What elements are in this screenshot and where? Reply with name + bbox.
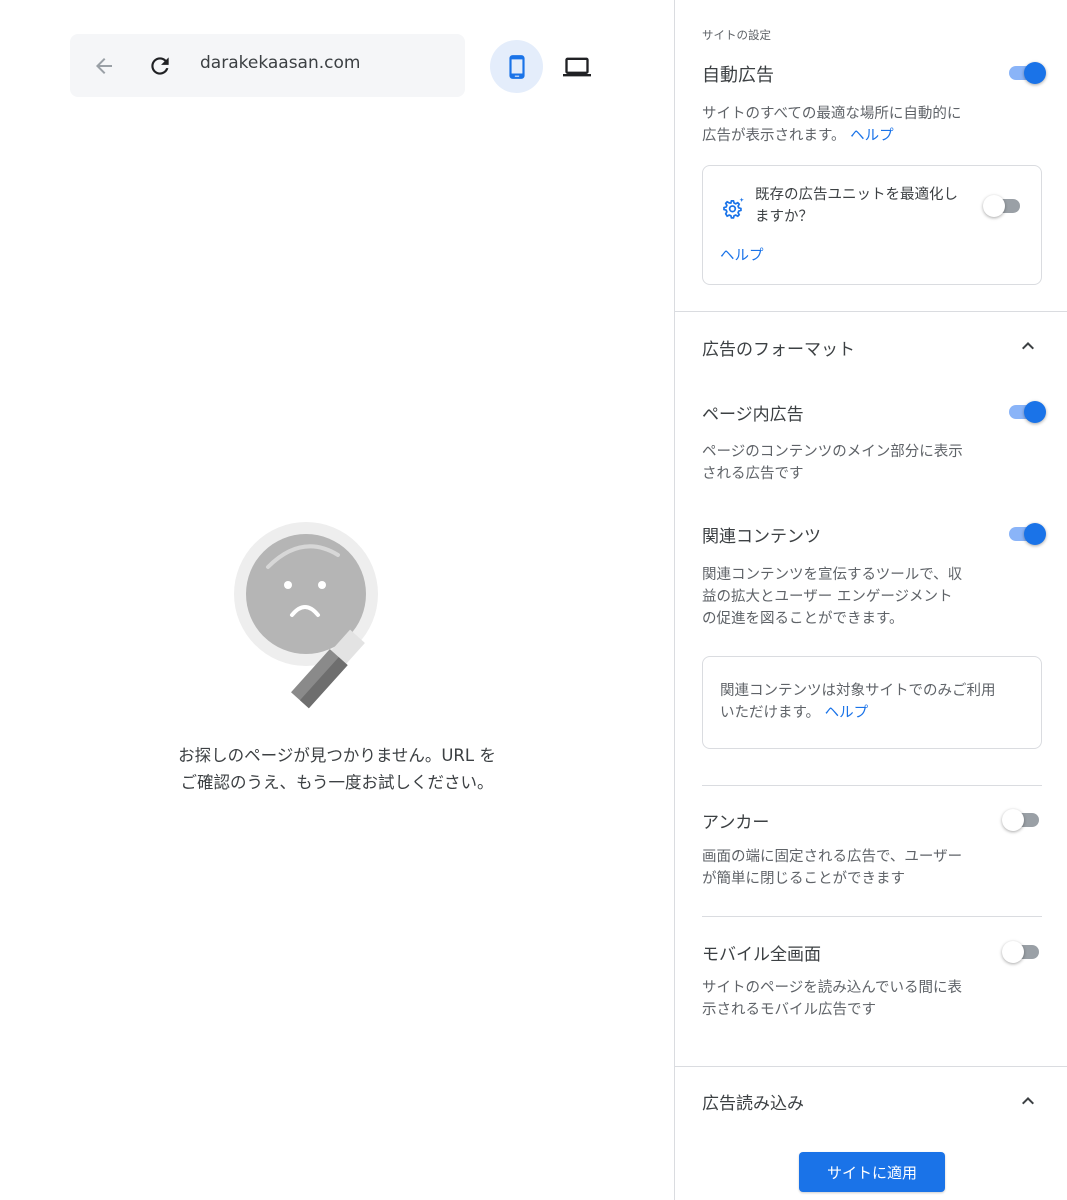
optimize-units-toggle[interactable] xyxy=(983,195,1023,217)
mobile-view-button[interactable] xyxy=(490,40,543,93)
in-page-ads-toggle[interactable] xyxy=(1006,401,1046,423)
toggle-knob xyxy=(1024,523,1046,545)
not-found-line1: お探しのページが見つかりません。URL を xyxy=(178,746,496,765)
laptop-icon xyxy=(563,57,591,77)
related-desc-line3: の促進を図ることができます。 xyxy=(702,611,904,627)
auto-ads-desc-line2: 広告が表示されます。 xyxy=(702,128,846,144)
address-bar: darakekaasan.com xyxy=(70,34,465,97)
related-desc-line2: 益の拡大とユーザー エンゲージメント xyxy=(702,589,953,605)
reload-button[interactable] xyxy=(140,46,180,86)
in-page-ads-title: ページ内広告 xyxy=(702,405,804,425)
format-divider xyxy=(702,916,1042,917)
vignette-ads-title: モバイル全画面 xyxy=(702,945,821,965)
site-preview-pane: darakekaasan.com お探しのページが見つかりません。URL を ご… xyxy=(0,0,674,1200)
ad-formats-title: 広告のフォーマット xyxy=(702,340,855,360)
related-note-help-link[interactable]: ヘルプ xyxy=(825,705,869,721)
vignette-desc-line1: サイトのページを読み込んでいる間に表 xyxy=(702,980,962,996)
anchor-desc-line2: が簡単に閉じることができます xyxy=(702,871,905,887)
auto-ads-description: サイトのすべての最適な場所に自動的に 広告が表示されます。 ヘルプ xyxy=(702,103,961,147)
optimize-units-text: 既存の広告ユニットを最適化し ますか？ xyxy=(755,184,958,228)
toggle-knob xyxy=(1002,941,1024,963)
related-desc-line1: 関連コンテンツを宣伝するツールで、収 xyxy=(702,567,963,583)
toggle-knob xyxy=(1002,809,1024,831)
related-content-description: 関連コンテンツを宣伝するツールで、収 益の拡大とユーザー エンゲージメント の促… xyxy=(702,564,962,630)
not-found-message: お探しのページが見つかりません。URL を ご確認のうえ、もう一度お試しください… xyxy=(0,742,674,796)
vignette-ads-description: サイトのページを読み込んでいる間に表 示されるモバイル広告です xyxy=(702,977,962,1021)
chevron-up-icon[interactable] xyxy=(1016,1089,1040,1113)
optimize-text-line2: ますか？ xyxy=(755,209,813,225)
related-content-toggle[interactable] xyxy=(1006,523,1046,545)
desktop-view-button[interactable] xyxy=(552,42,602,92)
section-divider xyxy=(675,1066,1067,1067)
anchor-desc-line1: 画面の端に固定される広告で、ユーザー xyxy=(702,849,963,865)
optimize-help-link[interactable]: ヘルプ xyxy=(720,244,764,265)
ad-settings-panel: サイトの設定 自動広告 サイトのすべての最適な場所に自動的に 広告が表示されます… xyxy=(674,0,1067,1200)
site-settings-label: サイトの設定 xyxy=(702,28,771,42)
arrow-back-icon xyxy=(96,58,112,74)
related-note-text: 関連コンテンツは対象サイトでのみご利用 いただけます。 ヘルプ xyxy=(720,680,996,724)
auto-ads-help-link[interactable]: ヘルプ xyxy=(850,128,894,144)
related-content-note-card: 関連コンテンツは対象サイトでのみご利用 いただけます。 ヘルプ xyxy=(702,656,1042,749)
not-found-line2: ご確認のうえ、もう一度お試しください。 xyxy=(180,773,494,792)
sad-magnifier-illustration xyxy=(234,522,378,709)
section-divider xyxy=(675,311,1067,312)
in-page-ads-description: ページのコンテンツのメイン部分に表示 される広告です xyxy=(702,441,963,485)
auto-ads-toggle[interactable] xyxy=(1006,62,1046,84)
in-page-desc-line1: ページのコンテンツのメイン部分に表示 xyxy=(702,444,963,460)
related-note-line1: 関連コンテンツは対象サイトでのみご利用 xyxy=(720,683,996,699)
auto-ads-desc-line1: サイトのすべての最適な場所に自動的に xyxy=(702,106,962,122)
url-text[interactable]: darakekaasan.com xyxy=(200,53,360,73)
anchor-ads-title: アンカー xyxy=(702,813,770,833)
anchor-ads-description: 画面の端に固定される広告で、ユーザー が簡単に閉じることができます xyxy=(702,846,962,890)
in-page-desc-line2: される広告です xyxy=(702,466,804,482)
vignette-desc-line2: 示されるモバイル広告です xyxy=(702,1002,876,1018)
toggle-knob xyxy=(983,195,1005,217)
anchor-ads-toggle[interactable] xyxy=(1002,809,1042,831)
back-button[interactable] xyxy=(84,46,124,86)
chevron-up-icon[interactable] xyxy=(1016,334,1040,358)
related-content-title: 関連コンテンツ xyxy=(702,527,821,547)
optimize-text-line1: 既存の広告ユニットを最適化し xyxy=(755,187,958,203)
vignette-ads-toggle[interactable] xyxy=(1002,941,1042,963)
smartphone-icon xyxy=(508,54,525,79)
apply-to-site-button[interactable]: サイトに適用 xyxy=(799,1152,945,1192)
optimize-units-card: 既存の広告ユニットを最適化し ますか？ ヘルプ xyxy=(702,165,1042,285)
reload-icon xyxy=(151,57,169,75)
auto-ads-title: 自動広告 xyxy=(702,65,774,86)
toggle-knob xyxy=(1024,62,1046,84)
toggle-knob xyxy=(1024,401,1046,423)
ad-load-title: 広告読み込み xyxy=(702,1094,804,1114)
auto-gear-icon xyxy=(723,197,744,219)
related-note-line2: いただけます。 xyxy=(720,705,821,721)
format-divider xyxy=(702,785,1042,786)
